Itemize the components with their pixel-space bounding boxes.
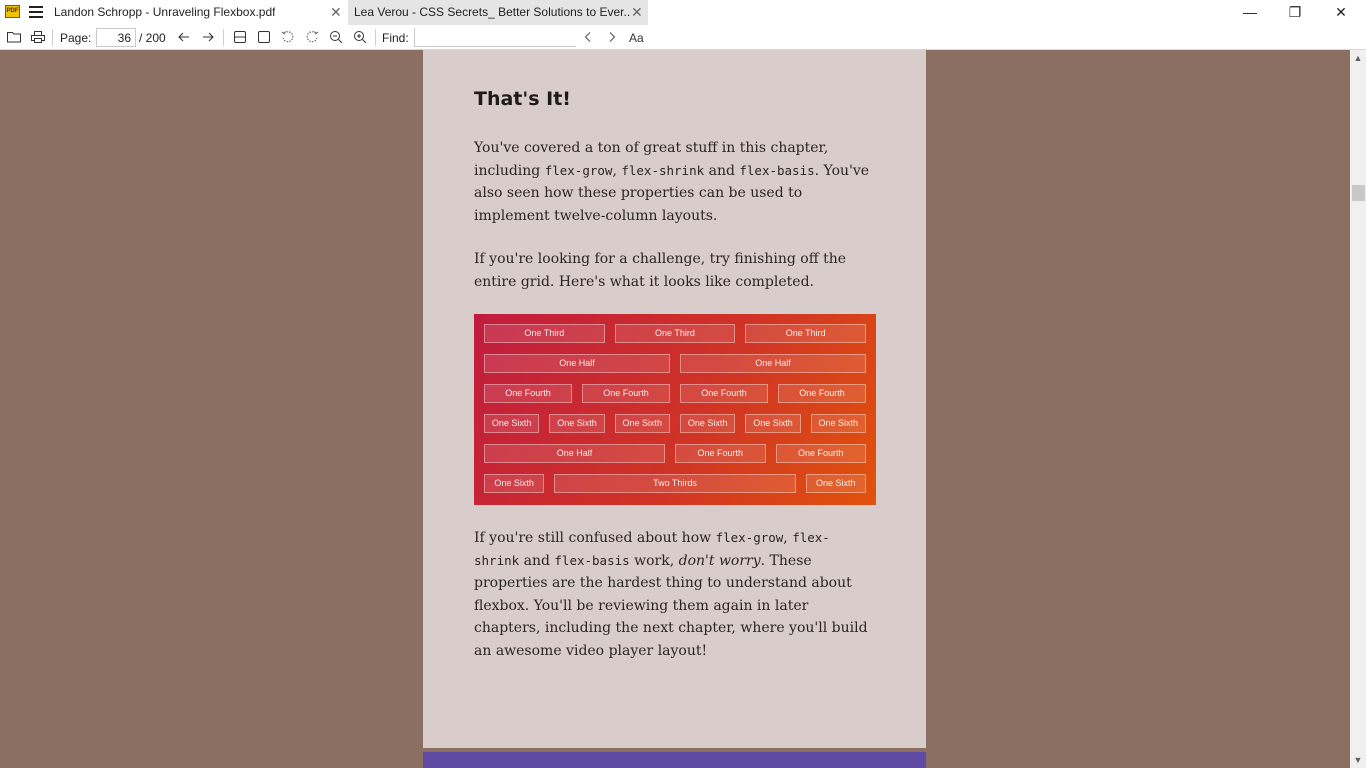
grid-cell-one-third: One Third xyxy=(484,324,605,343)
close-window-button[interactable]: ✕ xyxy=(1318,0,1364,25)
zoom-out-icon[interactable] xyxy=(328,29,344,45)
document-viewer[interactable]: That's It! You've covered a ton of great… xyxy=(0,50,1350,768)
text: , xyxy=(612,162,622,179)
tab-unraveling-flexbox[interactable]: Landon Schropp - Unraveling Flexbox.pdf … xyxy=(54,0,346,25)
hamburger-menu-icon[interactable] xyxy=(29,6,43,18)
text: If you're still confused about how xyxy=(474,530,716,546)
toolbar-separator xyxy=(52,29,53,46)
title-bar: PDF Landon Schropp - Unraveling Flexbox.… xyxy=(0,0,1366,25)
grid-cell-one-third: One Third xyxy=(614,324,736,343)
arrow-left-icon[interactable] xyxy=(176,29,192,45)
find-input[interactable] xyxy=(414,28,576,47)
text: and xyxy=(704,162,740,179)
chevron-left-icon[interactable] xyxy=(580,29,596,45)
scroll-thumb[interactable] xyxy=(1352,185,1365,201)
code-flex-basis: flex-basis xyxy=(739,162,815,178)
match-case-button[interactable]: Aa xyxy=(629,31,644,45)
code-flex-grow: flex-grow xyxy=(715,530,784,545)
paragraph-challenge: If you're looking for a challenge, try f… xyxy=(474,251,847,290)
completed-grid-figure: One Third One Third One Third One Half One H… xyxy=(474,314,876,505)
grid-cell-one-sixth: One Sixth xyxy=(745,414,801,433)
grid-cell-one-fourth: One Fourth xyxy=(680,384,768,403)
code-flex-shrink: flex-shrink xyxy=(621,162,705,178)
page-number-input[interactable] xyxy=(96,28,136,47)
tab-label: Landon Schropp - Unraveling Flexbox.pdf xyxy=(54,5,276,19)
text: and xyxy=(519,552,555,569)
maximize-button[interactable]: ❐ xyxy=(1272,0,1318,25)
tab-close-icon[interactable]: ✕ xyxy=(631,0,643,25)
page-total: / 200 xyxy=(139,31,166,45)
grid-cell-one-sixth: One Sixth xyxy=(614,414,670,433)
zoom-in-icon[interactable] xyxy=(352,29,368,45)
grid-cell-one-third: One Third xyxy=(745,324,866,343)
single-page-icon[interactable] xyxy=(256,29,272,45)
toolbar: Page: / 200 Find: Aa xyxy=(0,25,1366,50)
app-logo-icon[interactable]: PDF xyxy=(5,5,20,18)
next-pdf-page xyxy=(423,752,926,768)
paragraph-summary: You've covered a ton of great stuff in t… xyxy=(474,137,874,227)
arrow-right-icon[interactable] xyxy=(200,29,216,45)
grid-cell-one-sixth: One Sixth xyxy=(549,414,605,433)
grid-cell-one-fourth: One Fourth xyxy=(778,384,866,403)
grid-cell-one-fourth: One Fourth xyxy=(775,444,866,463)
minimize-button[interactable]: — xyxy=(1227,0,1273,25)
tab-css-secrets[interactable]: Lea Verou - CSS Secrets_ Better Solution… xyxy=(348,0,648,25)
code-flex-grow: flex-grow xyxy=(544,162,613,178)
grid-cell-one-sixth: One Sixth xyxy=(484,474,545,493)
vertical-scrollbar[interactable]: ▲ ▼ xyxy=(1350,50,1366,768)
text: work, xyxy=(629,552,679,569)
tab-label: Lea Verou - CSS Secrets_ Better Solution… xyxy=(354,5,630,19)
grid-cell-one-fourth: One Fourth xyxy=(484,384,572,403)
continuous-scroll-icon[interactable] xyxy=(232,29,248,45)
page-label: Page: xyxy=(60,31,92,45)
text: , xyxy=(783,530,793,546)
pdf-page: That's It! You've covered a ton of great… xyxy=(423,50,926,748)
paragraph-conclusion: If you're still confused about how flex-… xyxy=(474,527,874,662)
code-flex-basis: flex-basis xyxy=(554,552,630,568)
printer-icon[interactable] xyxy=(30,29,46,45)
grid-cell-one-fourth: One Fourth xyxy=(582,384,670,403)
grid-cell-one-sixth: One Sixth xyxy=(805,474,866,493)
grid-cell-one-sixth: One Sixth xyxy=(680,414,736,433)
grid-cell-one-half: One Half xyxy=(484,444,665,463)
grid-cell-one-fourth: One Fourth xyxy=(675,444,766,463)
rotate-left-icon[interactable] xyxy=(280,29,296,45)
toolbar-separator xyxy=(223,29,224,46)
scroll-up-icon[interactable]: ▲ xyxy=(1350,50,1366,66)
tab-close-icon[interactable]: ✕ xyxy=(330,0,342,25)
grid-cell-one-half: One Half xyxy=(484,354,670,373)
section-heading: That's It! xyxy=(474,88,571,110)
grid-cell-one-half: One Half xyxy=(680,354,866,373)
find-label: Find: xyxy=(382,31,409,45)
emphasis-text: don't worry xyxy=(678,552,761,569)
grid-cell-one-sixth: One Sixth xyxy=(810,414,866,433)
toolbar-separator xyxy=(375,29,376,46)
chevron-right-icon[interactable] xyxy=(604,29,620,45)
rotate-right-icon[interactable] xyxy=(304,29,320,45)
scroll-down-icon[interactable]: ▼ xyxy=(1350,752,1366,768)
grid-cell-one-sixth: One Sixth xyxy=(484,414,540,433)
folder-icon[interactable] xyxy=(6,29,22,45)
grid-cell-two-thirds: Two Thirds xyxy=(554,474,796,493)
